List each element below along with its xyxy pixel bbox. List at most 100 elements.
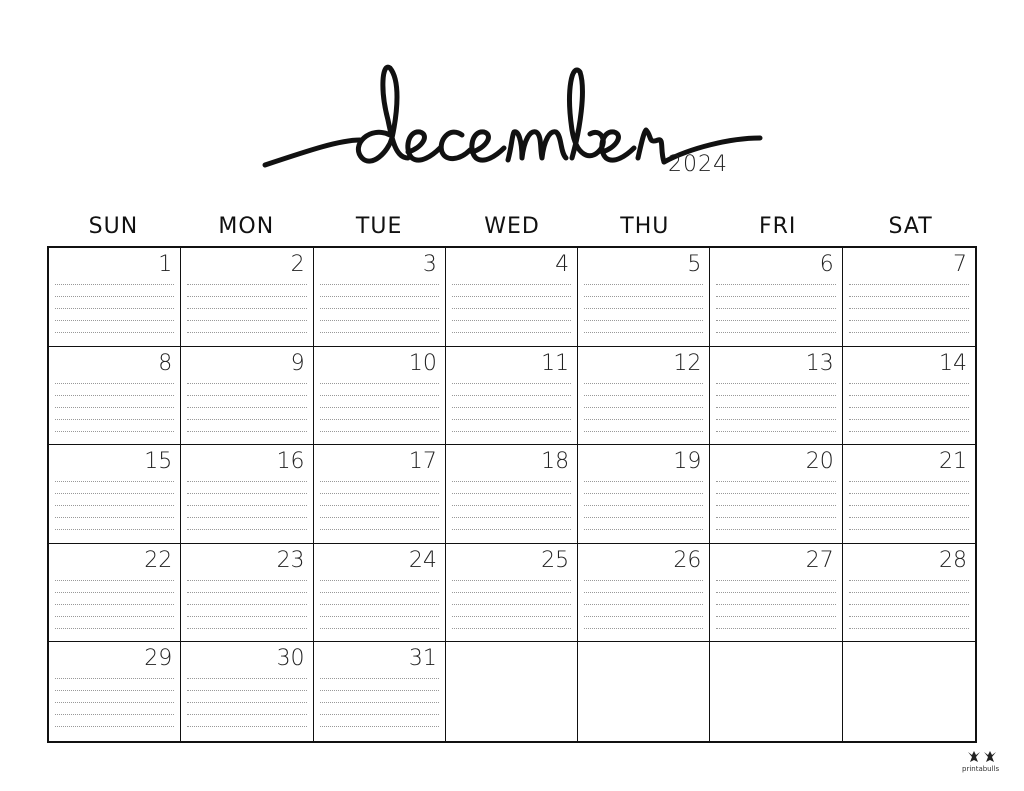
note-line bbox=[716, 430, 836, 432]
day-cell: 25 bbox=[445, 543, 579, 643]
note-line bbox=[451, 296, 572, 297]
note-line bbox=[187, 702, 307, 704]
note-line bbox=[584, 493, 704, 495]
day-cell: 17 bbox=[313, 445, 446, 544]
note-line bbox=[319, 591, 439, 593]
day-number: 25 bbox=[541, 547, 570, 573]
day-number: 18 bbox=[541, 449, 570, 475]
day-cell: 4 bbox=[445, 248, 579, 347]
note-line bbox=[187, 678, 307, 680]
note-line bbox=[55, 678, 175, 680]
note-line bbox=[848, 332, 969, 333]
note-line bbox=[187, 505, 307, 507]
note-lines bbox=[55, 382, 175, 439]
day-cell bbox=[578, 642, 711, 741]
note-lines bbox=[848, 284, 969, 340]
note-line bbox=[451, 332, 572, 333]
note-line bbox=[187, 394, 307, 396]
note-line bbox=[55, 615, 175, 617]
note-line bbox=[848, 308, 969, 309]
note-line bbox=[451, 517, 572, 519]
day-number: 23 bbox=[276, 547, 305, 573]
note-lines bbox=[55, 579, 175, 636]
note-line bbox=[187, 481, 307, 483]
note-line bbox=[319, 726, 439, 728]
note-line bbox=[451, 394, 572, 396]
note-lines bbox=[584, 579, 704, 636]
note-line bbox=[451, 284, 572, 285]
note-lines bbox=[451, 579, 572, 636]
note-line bbox=[451, 308, 572, 309]
weekday-thu: THU bbox=[620, 214, 670, 239]
day-number: 9 bbox=[290, 350, 305, 376]
day-number: 14 bbox=[939, 350, 967, 376]
note-line bbox=[848, 615, 969, 617]
day-number: 27 bbox=[805, 547, 834, 573]
day-cell: 11 bbox=[445, 346, 579, 446]
day-cell: 2 bbox=[181, 248, 314, 347]
note-line bbox=[187, 308, 307, 309]
note-lines bbox=[187, 579, 307, 636]
day-number: 24 bbox=[408, 547, 437, 573]
note-line bbox=[319, 406, 439, 408]
day-cell: 20 bbox=[710, 445, 843, 544]
note-line bbox=[584, 418, 704, 420]
note-line bbox=[451, 382, 572, 384]
day-number: 7 bbox=[953, 252, 967, 277]
note-lines bbox=[187, 481, 307, 537]
day-cell: 31 bbox=[314, 642, 446, 741]
note-lines bbox=[451, 284, 572, 340]
note-line bbox=[451, 481, 572, 483]
note-line bbox=[716, 382, 836, 384]
weekday-wed: WED bbox=[484, 214, 540, 239]
note-line bbox=[716, 591, 836, 593]
note-line bbox=[55, 603, 175, 605]
day-number: 30 bbox=[276, 646, 305, 672]
day-number: 31 bbox=[408, 646, 437, 672]
note-line bbox=[451, 627, 572, 629]
day-number: 26 bbox=[673, 547, 702, 573]
note-line bbox=[848, 394, 969, 396]
note-line bbox=[187, 517, 307, 519]
day-cell: 3 bbox=[313, 248, 446, 347]
note-line bbox=[584, 320, 704, 321]
day-number: 2 bbox=[290, 252, 305, 277]
note-line bbox=[319, 284, 439, 285]
day-number: 13 bbox=[805, 350, 834, 376]
day-cell: 18 bbox=[445, 445, 579, 544]
day-cell: 13 bbox=[710, 346, 843, 446]
day-number: 22 bbox=[144, 547, 173, 573]
note-line bbox=[848, 505, 969, 507]
note-line bbox=[55, 529, 175, 531]
day-number: 15 bbox=[144, 449, 173, 475]
note-line bbox=[451, 603, 572, 605]
day-cell: 26 bbox=[578, 543, 711, 643]
note-lines bbox=[451, 481, 572, 537]
day-cell: 23 bbox=[181, 543, 314, 643]
note-lines bbox=[319, 579, 439, 636]
note-line bbox=[584, 382, 704, 384]
note-line bbox=[319, 430, 439, 432]
note-line bbox=[55, 493, 175, 495]
note-line bbox=[848, 591, 969, 593]
note-line bbox=[716, 579, 836, 581]
day-number: 1 bbox=[158, 252, 173, 277]
note-line bbox=[848, 320, 969, 321]
note-lines bbox=[319, 481, 439, 537]
note-lines bbox=[716, 481, 836, 537]
note-line bbox=[187, 615, 307, 617]
note-line bbox=[55, 394, 175, 396]
note-lines bbox=[584, 481, 704, 537]
note-line bbox=[55, 332, 175, 333]
note-line bbox=[848, 296, 969, 297]
note-lines bbox=[187, 284, 307, 340]
note-line bbox=[187, 714, 307, 716]
note-line bbox=[451, 505, 572, 507]
note-line bbox=[55, 690, 175, 692]
day-number: 28 bbox=[939, 547, 967, 573]
note-line bbox=[848, 284, 969, 285]
day-cell: 6 bbox=[710, 248, 843, 347]
note-line bbox=[716, 308, 836, 309]
note-line bbox=[187, 726, 307, 728]
day-number: 29 bbox=[144, 646, 173, 672]
